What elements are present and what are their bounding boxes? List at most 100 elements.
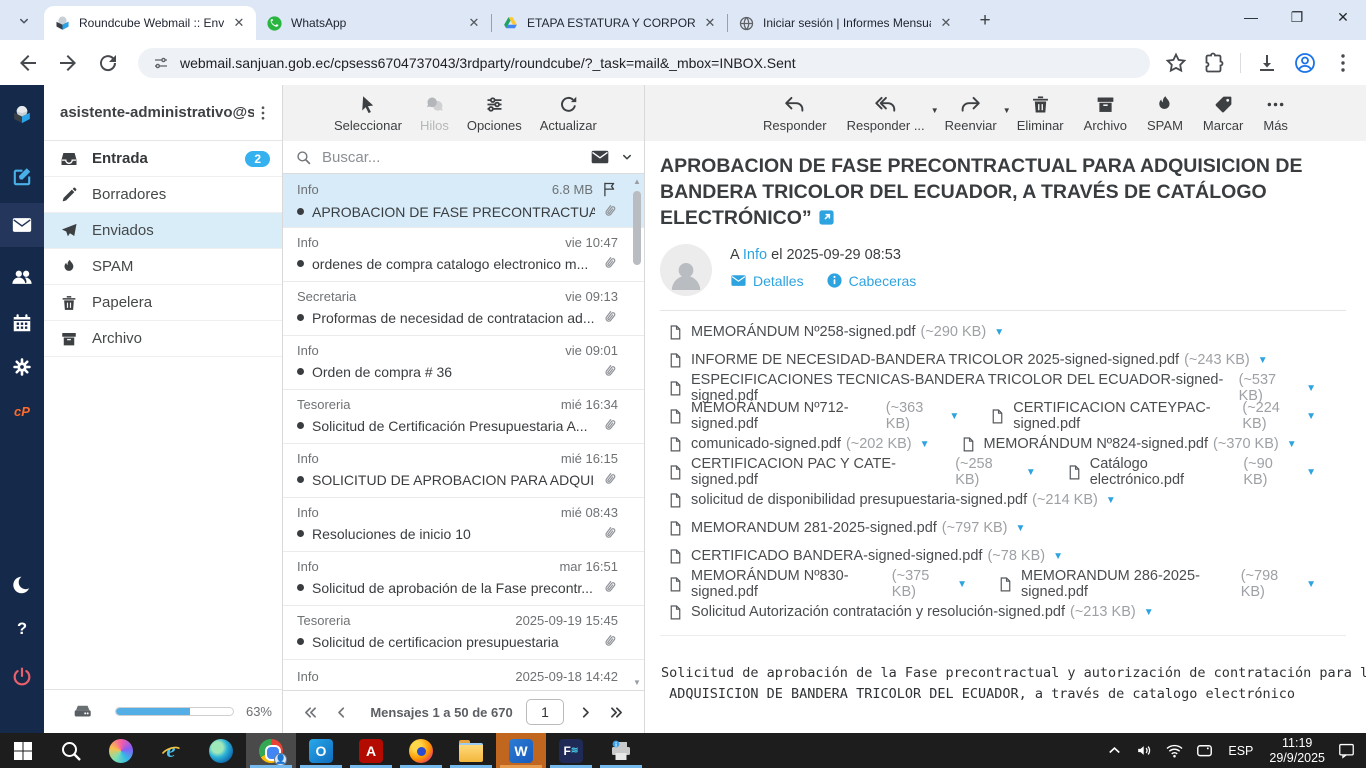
rail-calendar-button[interactable] [0, 303, 44, 343]
notification-center-icon[interactable] [1337, 741, 1356, 760]
attachment-link[interactable]: MEMORANDUM 281-2025-signed.pdf (~797 KB) ▼ [667, 519, 1025, 538]
rail-help-button[interactable]: ? [0, 609, 44, 649]
attachment-name[interactable]: INFORME DE NECESIDAD-BANDERA TRICOLOR 20… [691, 352, 1179, 368]
search-options-chevron-icon[interactable] [620, 150, 634, 164]
taskbar-chrome-icon[interactable]: 👤 [246, 733, 296, 768]
tab-close-icon[interactable]: ✕ [465, 14, 483, 32]
headers-toggle[interactable]: Cabeceras [826, 272, 916, 289]
volume-icon[interactable] [1135, 741, 1154, 760]
minimize-button[interactable]: — [1228, 0, 1274, 34]
flag-icon[interactable] [601, 181, 618, 198]
responder-button[interactable]: Responder [753, 94, 837, 133]
scroll-up-icon[interactable]: ▲ [632, 177, 642, 186]
attachment-menu-icon[interactable]: ▼ [1306, 411, 1316, 422]
attachment-menu-icon[interactable]: ▼ [1053, 551, 1063, 562]
taskbar-acrobat-icon[interactable]: A [346, 733, 396, 768]
browser-tab-3[interactable]: ETAPA ESTATURA Y CORPORAL ✕ [492, 6, 727, 40]
list-scrollbar[interactable]: ▲ ▼ [632, 177, 642, 687]
rail-compose-button[interactable] [0, 157, 44, 197]
rail-mail-button[interactable] [0, 203, 44, 247]
taskbar-start-button[interactable] [0, 733, 46, 768]
message-row[interactable]: Tesoreria 2025-09-19 15:45 Solicitud de ce… [283, 606, 644, 660]
language-indicator[interactable]: ESP [1228, 744, 1253, 758]
attachment-link[interactable]: MEMORÁNDUM Nº712-signed.pdf (~363 KB) ▼ [667, 400, 959, 432]
marcar-button[interactable]: Marcar [1193, 94, 1253, 133]
browser-tab-4[interactable]: Iniciar sesión | Informes Mensua ✕ [728, 6, 963, 40]
attachment-menu-icon[interactable]: ▼ [957, 579, 967, 590]
message-row[interactable]: Info mar 16:51 Solicitud de aprobación de … [283, 552, 644, 606]
downloads-icon[interactable] [1255, 51, 1279, 75]
más-button[interactable]: Más [1253, 94, 1298, 133]
attachment-name[interactable]: MEMORANDUM 286-2025-signed.pdf [1021, 568, 1236, 600]
browser-tab-1[interactable]: Roundcube Webmail :: Enviados ✕ [44, 6, 256, 40]
attachment-menu-icon[interactable]: ▼ [920, 439, 930, 450]
attachment-name[interactable]: MEMORÁNDUM Nº712-signed.pdf [691, 400, 881, 432]
eliminar-button[interactable]: Eliminar [1007, 94, 1074, 133]
attachment-link[interactable]: solicitud de disponibilidad presupuestar… [667, 491, 1116, 510]
attachment-link[interactable]: CERTIFICADO BANDERA-signed-signed.pdf (~7… [667, 547, 1063, 566]
tab-close-icon[interactable]: ✕ [230, 14, 248, 32]
rail-dark-mode-button[interactable] [0, 565, 44, 605]
attachment-name[interactable]: MEMORÁNDUM Nº824-signed.pdf [984, 436, 1208, 452]
tab-search-button[interactable] [10, 7, 38, 35]
scroll-down-icon[interactable]: ▼ [632, 678, 642, 687]
new-tab-button[interactable]: + [971, 7, 999, 35]
attachment-link[interactable]: CERTIFICACION CATEYPAC-signed.pdf (~224 K… [989, 400, 1316, 432]
opciones-button[interactable]: Opciones [458, 94, 531, 133]
attachment-name[interactable]: comunicado-signed.pdf [691, 436, 841, 452]
spam-button[interactable]: SPAM [1137, 94, 1193, 133]
attachment-name[interactable]: CERTIFICACION CATEYPAC-signed.pdf [1013, 400, 1237, 432]
restore-button[interactable]: ❐ [1274, 0, 1320, 34]
taskbar-internet-explorer-icon[interactable]: e [146, 733, 196, 768]
profile-icon[interactable] [1293, 51, 1317, 75]
message-row[interactable]: Tesoreria mié 16:34 Solicitud de Certifica… [283, 390, 644, 444]
attachment-name[interactable]: Catálogo electrónico.pdf [1090, 456, 1239, 488]
tab-close-icon[interactable]: ✕ [701, 14, 719, 32]
attachment-menu-icon[interactable]: ▼ [1144, 607, 1154, 618]
attachment-menu-icon[interactable]: ▼ [994, 327, 1004, 338]
attachment-name[interactable]: CERTIFICACION PAC Y CATE-signed.pdf [691, 456, 950, 488]
attachment-menu-icon[interactable]: ▼ [1306, 579, 1316, 590]
folder-item-enviados[interactable]: Enviados [44, 213, 282, 249]
taskbar-copilot-icon[interactable] [96, 733, 146, 768]
folder-item-spam[interactable]: SPAM [44, 249, 282, 285]
taskbar-search-icon[interactable] [46, 733, 96, 768]
attachment-name[interactable]: MEMORÁNDUM Nº258-signed.pdf [691, 324, 915, 340]
message-row[interactable]: Info mié 16:15 SOLICITUD DE APROBACION PAR… [283, 444, 644, 498]
attachment-link[interactable]: INFORME DE NECESIDAD-BANDERA TRICOLOR 20… [667, 351, 1268, 370]
taskbar-fax-printer-icon[interactable]: i [596, 733, 646, 768]
seleccionar-button[interactable]: Seleccionar [325, 94, 411, 133]
taskbar-firefox-icon[interactable] [396, 733, 446, 768]
attachment-link[interactable]: Solicitud Autorización contratación y re… [667, 603, 1154, 622]
taskbar-edge-icon[interactable] [196, 733, 246, 768]
attachment-link[interactable]: CERTIFICACION PAC Y CATE-signed.pdf (~258… [667, 456, 1036, 488]
next-page-icon[interactable] [577, 704, 594, 721]
meet-now-icon[interactable] [1195, 741, 1214, 760]
attachment-name[interactable]: solicitud de disponibilidad presupuestar… [691, 492, 1027, 508]
message-row[interactable]: Secretaria vie 09:13 Proformas de necesida… [283, 282, 644, 336]
search-scope-icon[interactable] [590, 147, 610, 167]
attachment-menu-icon[interactable]: ▼ [1016, 523, 1026, 534]
details-toggle[interactable]: Detalles [730, 272, 804, 289]
last-page-icon[interactable] [608, 704, 625, 721]
attachment-name[interactable]: CERTIFICADO BANDERA-signed-signed.pdf [691, 548, 982, 564]
attachment-menu-icon[interactable]: ▼ [1026, 467, 1036, 478]
attachment-link[interactable]: MEMORANDUM 286-2025-signed.pdf (~798 KB) ▼ [997, 568, 1316, 600]
attachment-menu-icon[interactable]: ▼ [1106, 495, 1116, 506]
attachment-link[interactable]: Catálogo electrónico.pdf (~90 KB) ▼ [1066, 456, 1316, 488]
rail-cpanel-button[interactable]: cP [0, 391, 44, 431]
wifi-icon[interactable] [1165, 741, 1184, 760]
taskbar-file-explorer-icon[interactable] [446, 733, 496, 768]
refresh-icon[interactable] [96, 51, 120, 75]
folder-item-papelera[interactable]: Papelera [44, 285, 282, 321]
site-settings-icon[interactable] [152, 54, 170, 72]
rail-settings-button[interactable] [0, 347, 44, 387]
browser-tab-2[interactable]: WhatsApp ✕ [256, 6, 491, 40]
message-row[interactable]: Info vie 09:01 Orden de compra # 36 [283, 336, 644, 390]
archivo-button[interactable]: Archivo [1074, 94, 1137, 133]
message-row[interactable]: Info 6.8 MB APROBACION DE FASE PRECONTRACT… [283, 174, 644, 228]
reenviar-button[interactable]: ▼ Reenviar [935, 94, 1011, 133]
attachment-link[interactable]: MEMORÁNDUM Nº824-signed.pdf (~370 KB) ▼ [960, 435, 1297, 454]
actualizar-button[interactable]: Actualizar [531, 94, 606, 133]
url-bar[interactable]: webmail.sanjuan.gob.ec/cpsess6704737043/… [138, 47, 1150, 78]
